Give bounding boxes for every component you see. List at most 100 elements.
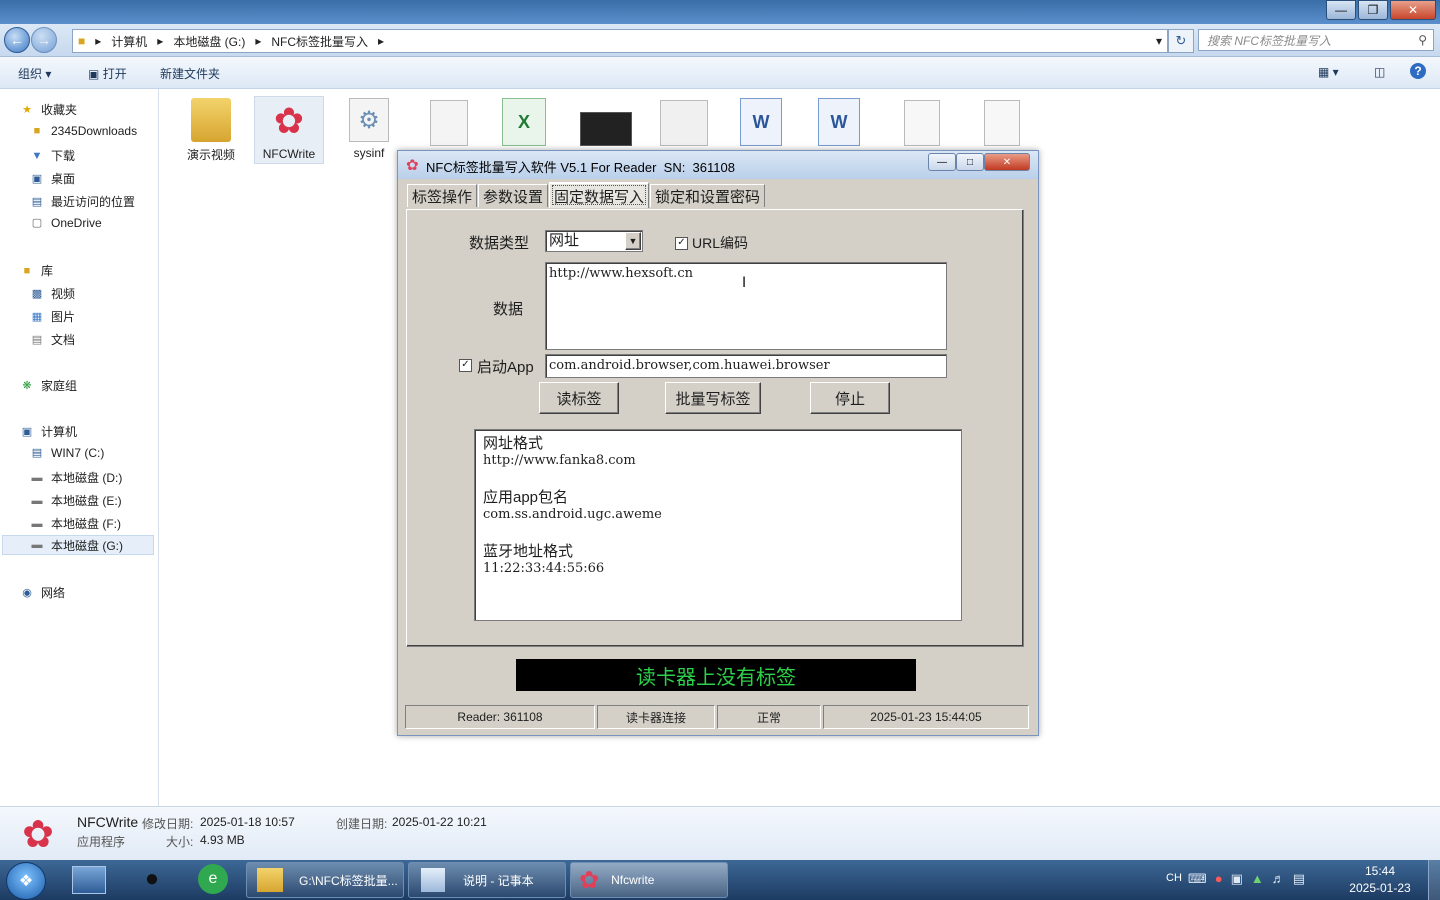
open-button[interactable]: ▣ 打开	[88, 65, 127, 82]
device-icon[interactable]: ▣	[1231, 871, 1243, 887]
volume-icon[interactable]: ♬	[1272, 871, 1285, 887]
chevron-down-icon[interactable]: ▼	[625, 232, 641, 250]
preview-pane-button[interactable]: ◫	[1374, 65, 1385, 79]
address-bar[interactable]: ■ ▸ 计算机 ▸ 本地磁盘 (G:) ▸ NFC标签批量写入 ▸ ▾	[72, 29, 1168, 53]
sidebar-item-drive-g[interactable]: ▬ 本地磁盘 (G:)	[2, 535, 154, 555]
start-button[interactable]: ❖	[6, 862, 46, 900]
word-file-icon[interactable]: W	[818, 98, 860, 146]
view-options-button[interactable]: ▦ ▾	[1318, 65, 1339, 79]
settings-file-icon: ⚙	[349, 98, 389, 142]
sidebar-item-drive-f[interactable]: ▬ 本地磁盘 (F:)	[30, 515, 122, 532]
sidebar-item-desktop[interactable]: ▣ 桌面	[30, 170, 75, 187]
back-button[interactable]: ←	[4, 27, 30, 53]
sidebar-item-network[interactable]: ◉ 网络	[20, 584, 65, 601]
file-item[interactable]: ⚙ sysinf	[334, 98, 404, 160]
search-icon[interactable]: ⚲	[1418, 33, 1427, 47]
show-desktop-icon[interactable]	[72, 866, 106, 894]
url-encode-checkbox[interactable]: ✓	[675, 237, 688, 250]
taskbar-item-nfcwrite[interactable]: ✿ Nfcwrite	[570, 862, 728, 898]
video-file-icon[interactable]	[580, 112, 632, 146]
dialog-title: NFC标签批量写入软件 V5.1 For Reader SN: 361108	[426, 160, 735, 175]
taskbar-item-notepad[interactable]: 说明 - 记事本	[408, 862, 566, 898]
chevron-down-icon[interactable]: ▾	[1156, 34, 1162, 48]
help-icon[interactable]: ?	[1410, 63, 1426, 79]
maximize-button[interactable]: ❐	[1358, 0, 1388, 20]
launch-app-checkbox[interactable]: ✓	[459, 359, 472, 372]
address-segment[interactable]: NFC标签批量写入	[271, 33, 368, 50]
tab-tag-operations[interactable]: 标签操作	[407, 184, 478, 207]
file-item-selected[interactable]: ✿ NFCWrite	[254, 96, 324, 164]
sidebar-item-downloads[interactable]: ▼ 下载	[30, 147, 75, 164]
search-input[interactable]: 搜索 NFC标签批量写入 ⚲	[1198, 29, 1434, 51]
browser-e-icon[interactable]: e	[198, 864, 228, 894]
file-item[interactable]: 演示视频	[176, 98, 246, 163]
data-type-select[interactable]: 网址 ▼	[545, 230, 643, 252]
refresh-button[interactable]: ↻	[1168, 29, 1194, 53]
system-drive-icon: ▤	[31, 447, 43, 459]
tab-parameter-settings[interactable]: 参数设置	[478, 184, 549, 207]
dialog-maximize-button[interactable]: □	[956, 153, 984, 171]
libraries-header[interactable]: ■ 库	[20, 262, 53, 279]
address-segment[interactable]: 本地磁盘 (G:)	[173, 33, 245, 50]
minimize-button[interactable]: —	[1326, 0, 1356, 20]
sidebar-item-pictures[interactable]: ▦ 图片	[30, 308, 75, 325]
stop-button[interactable]: 停止	[810, 382, 890, 414]
data-value: http://www.hexsoft.cn	[549, 266, 693, 281]
file-thumbnail[interactable]	[430, 100, 468, 146]
sidebar-item-drive-d[interactable]: ▬ 本地磁盘 (D:)	[30, 469, 123, 486]
statusbar-reader: Reader: 361108	[405, 705, 595, 729]
favorites-label: 收藏夹	[41, 103, 78, 117]
url-encode-label: URL编码	[692, 235, 749, 251]
data-textarea[interactable]: http://www.hexsoft.cn I	[545, 262, 947, 350]
dialog-close-button[interactable]: ✕	[984, 153, 1030, 171]
clock[interactable]: 15:44 2025-01-23	[1344, 863, 1416, 897]
taskbar-item-explorer[interactable]: G:\NFC标签批量...	[246, 862, 404, 898]
taskbar-item-label: G:\NFC标签批量...	[299, 873, 398, 888]
sidebar-item-videos[interactable]: ▩ 视频	[30, 285, 75, 302]
tab-lock-password[interactable]: 锁定和设置密码	[650, 184, 766, 207]
sidebar-item-homegroup[interactable]: ❋ 家庭组	[20, 377, 77, 394]
launch-app-value: com.android.browser,com.huawei.browser	[549, 358, 830, 373]
batch-write-button[interactable]: 批量写标签	[665, 382, 761, 414]
help-heading: 网址格式	[483, 435, 544, 452]
chevron-right-icon: ▸	[378, 34, 385, 48]
keyboard-icon[interactable]: ⌨	[1188, 871, 1207, 887]
organize-button[interactable]: 组织 ▾	[18, 65, 51, 82]
tab-fixed-data-write[interactable]: 固定数据写入	[549, 182, 650, 208]
image-file-icon[interactable]	[660, 100, 708, 146]
dialog-minimize-button[interactable]: —	[928, 153, 956, 171]
qq-icon[interactable]: ●	[138, 864, 166, 894]
sidebar-item-drive-e[interactable]: ▬ 本地磁盘 (E:)	[30, 492, 122, 509]
word-file-icon[interactable]: W	[740, 98, 782, 146]
favorites-header[interactable]: ★ 收藏夹	[20, 101, 77, 118]
statusbar-connection: 读卡器连接	[597, 705, 715, 729]
read-tag-button[interactable]: 读标签	[539, 382, 619, 414]
network-tray-icon[interactable]: ▤	[1293, 871, 1305, 887]
help-example: http://www.fanka8.com	[483, 453, 636, 468]
dialog-titlebar[interactable]: ✿ NFC标签批量写入软件 V5.1 For Reader SN: 361108…	[398, 151, 1038, 179]
sidebar-item-label: 下载	[51, 149, 76, 163]
language-indicator[interactable]: CH	[1166, 872, 1182, 884]
update-icon[interactable]: ▲	[1251, 871, 1264, 887]
show-desktop-button[interactable]	[1428, 860, 1440, 900]
sidebar-item-label: WIN7 (C:)	[51, 446, 105, 460]
details-size: 4.93 MB	[200, 833, 245, 847]
sidebar-item-documents[interactable]: ▤ 文档	[30, 331, 75, 348]
new-folder-button[interactable]: 新建文件夹	[160, 65, 220, 82]
launch-app-input[interactable]: com.android.browser,com.huawei.browser	[545, 354, 947, 378]
sidebar-item-2345downloads[interactable]: ■ 2345Downloads	[30, 124, 137, 138]
security-icon[interactable]: ●	[1215, 871, 1223, 887]
address-segment[interactable]: 计算机	[111, 33, 147, 50]
excel-file-icon[interactable]: X	[502, 98, 546, 146]
arrow-left-icon: ←	[10, 32, 24, 48]
app-flower-icon: ✿	[579, 866, 600, 894]
forward-button[interactable]: →	[31, 27, 57, 53]
close-button[interactable]: ✕	[1390, 0, 1436, 20]
sidebar-item-label: 本地磁盘 (G:)	[51, 538, 123, 553]
sidebar-item-drive-c[interactable]: ▤ WIN7 (C:)	[30, 446, 105, 460]
sidebar-item-recent[interactable]: ▤ 最近访问的位置	[30, 193, 135, 210]
sidebar-item-onedrive[interactable]: ▢ OneDrive	[30, 216, 102, 230]
text-file-icon[interactable]	[904, 100, 940, 146]
text-file-icon[interactable]	[984, 100, 1020, 146]
computer-header[interactable]: ▣ 计算机	[20, 423, 77, 440]
